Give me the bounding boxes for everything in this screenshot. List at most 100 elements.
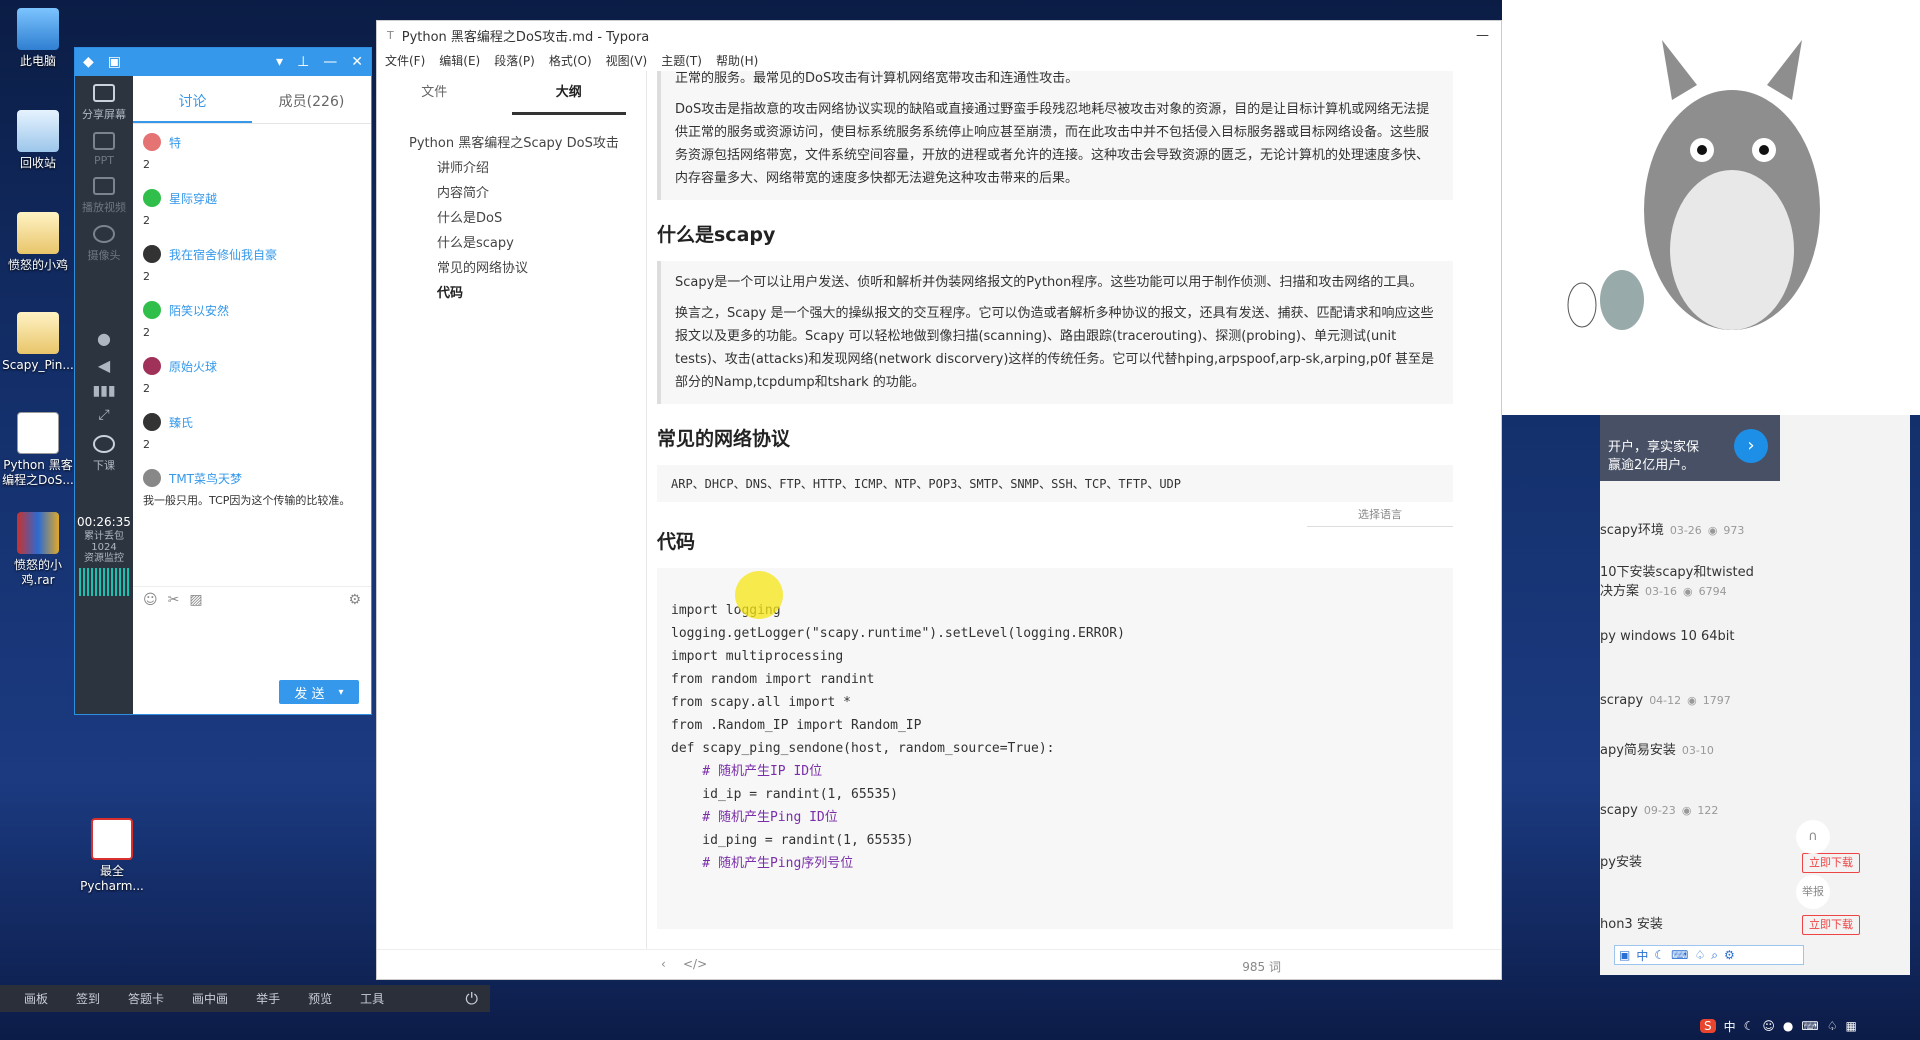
- chevron-down-icon[interactable]: ▾: [339, 687, 344, 698]
- play-video-button[interactable]: 播放视频: [75, 169, 133, 217]
- class-toolbar: 分享屏幕 PPT 播放视频 摄像头 ● ◀ ▮▮▮ ⤢ 下课 00:26:35 …: [75, 76, 133, 714]
- image-icon[interactable]: ▨: [189, 592, 202, 608]
- menu-file[interactable]: 文件(F): [385, 52, 425, 69]
- desktop-icon-scapy-pin[interactable]: Scapy_Pin...: [2, 312, 74, 373]
- chat-window: ◆ ▣ ▾ ⊥ — ✕ 分享屏幕 PPT 播放视频 摄像头 ● ◀ ▮▮▮ ⤢: [74, 47, 372, 715]
- taskbar-item[interactable]: 画中画: [192, 990, 228, 1007]
- scissors-icon[interactable]: ✂: [168, 592, 180, 608]
- list-item[interactable]: scrapy 04-12 ◉ 1797: [1600, 693, 1731, 708]
- menu-format[interactable]: 格式(O): [549, 52, 592, 69]
- list-item[interactable]: py安装: [1600, 851, 1642, 870]
- message-user[interactable]: 特: [169, 134, 181, 151]
- outline-item[interactable]: 什么是scapy: [409, 231, 646, 256]
- list-item[interactable]: hon3 安装: [1600, 913, 1663, 932]
- menu-edit[interactable]: 编辑(E): [439, 52, 480, 69]
- source-code-icon[interactable]: </>: [683, 957, 707, 971]
- list-item[interactable]: apy简易安装 03-10: [1600, 739, 1714, 758]
- tab-discussion[interactable]: 讨论: [133, 76, 252, 123]
- outline-item-active[interactable]: 代码: [409, 281, 646, 306]
- language-select[interactable]: 选择语言: [1307, 502, 1453, 527]
- signal-icon[interactable]: ▮▮▮: [75, 379, 133, 403]
- tab-members[interactable]: 成员(226): [252, 76, 371, 123]
- microphone-icon[interactable]: ●: [1783, 1019, 1793, 1033]
- ime-toolbar[interactable]: ▣ 中 ☾ ⌨ ♤ ⌕ ⚙: [1614, 945, 1804, 965]
- minimize-icon[interactable]: —: [1476, 28, 1501, 43]
- pin-window-icon[interactable]: ⊥: [297, 54, 309, 70]
- tab-files[interactable]: 文件: [377, 71, 492, 115]
- message-user[interactable]: 原始火球: [169, 358, 217, 375]
- code-line: import logging: [671, 603, 781, 618]
- menu-help[interactable]: 帮助(H): [716, 52, 758, 69]
- item-title: py windows 10 64bit: [1600, 629, 1735, 644]
- speaker-icon[interactable]: ◀: [75, 352, 133, 379]
- message-user[interactable]: 我在宿舍修仙我自豪: [169, 246, 277, 263]
- share-screen-button[interactable]: 分享屏幕: [75, 76, 133, 124]
- message-user[interactable]: 星际穿越: [169, 190, 217, 207]
- taskbar-item[interactable]: 工具: [360, 990, 384, 1007]
- download-button[interactable]: 立即下载: [1802, 853, 1860, 873]
- sogou-ime-icon[interactable]: S: [1700, 1019, 1716, 1033]
- avatar: [143, 245, 161, 263]
- outline-item[interactable]: 什么是DoS: [409, 206, 646, 231]
- list-item[interactable]: scapy 09-23 ◉ 122: [1600, 803, 1718, 818]
- report-button[interactable]: 举报: [1796, 875, 1830, 909]
- message-text: 2: [143, 438, 150, 451]
- list-item[interactable]: scapy环境 03-26 ◉ 973: [1600, 519, 1744, 538]
- menu-theme[interactable]: 主题(T): [661, 52, 702, 69]
- microphone-icon[interactable]: ●: [75, 325, 133, 352]
- ppt-button[interactable]: PPT: [75, 124, 133, 169]
- menu-view[interactable]: 视图(V): [606, 52, 648, 69]
- taskbar-item[interactable]: 答题卡: [128, 990, 164, 1007]
- fullscreen-icon[interactable]: ⤢: [75, 403, 133, 427]
- outline-root[interactable]: Python 黑客编程之Scapy DoS攻击: [409, 131, 646, 156]
- chevron-down-icon[interactable]: ▾: [276, 54, 283, 70]
- end-class-button[interactable]: 下课: [75, 427, 133, 475]
- shirt-icon[interactable]: ♤: [1827, 1019, 1838, 1033]
- menu-paragraph[interactable]: 段落(P): [494, 52, 535, 69]
- list-item[interactable]: 10下安装scapy和twisted 决方案 03-16 ◉ 6794: [1600, 561, 1754, 599]
- moon-icon[interactable]: ☾: [1744, 1019, 1755, 1033]
- outline-item[interactable]: 内容简介: [409, 181, 646, 206]
- heading-code: 代码: [657, 531, 696, 553]
- pin-icon[interactable]: ◆: [83, 54, 94, 70]
- desktop-icon-this-pc[interactable]: 此电脑: [2, 8, 74, 69]
- outline-item[interactable]: 常见的网络协议: [409, 256, 646, 281]
- outline-tree: Python 黑客编程之Scapy DoS攻击 讲师介绍 内容简介 什么是DoS…: [377, 115, 646, 306]
- taskbar-item[interactable]: 举手: [256, 990, 280, 1007]
- desktop-icon-angry-chick[interactable]: 愤怒的小鸡: [2, 212, 74, 273]
- desktop-icon-recycle-bin[interactable]: 回收站: [2, 110, 74, 171]
- gear-icon[interactable]: ⚙: [348, 592, 361, 608]
- taskbar-item[interactable]: 签到: [76, 990, 100, 1007]
- close-icon[interactable]: ✕: [351, 54, 363, 70]
- emoji-icon[interactable]: ☺: [1762, 1019, 1775, 1033]
- download-button[interactable]: 立即下载: [1802, 915, 1860, 935]
- code-block[interactable]: import logging logging.getLogger("scapy.r…: [657, 568, 1453, 929]
- desktop-icon-markdown-file[interactable]: Python 黑客编程之DoS...: [2, 412, 74, 488]
- send-button[interactable]: 发 送 ▾: [279, 680, 359, 704]
- list-item[interactable]: py windows 10 64bit: [1600, 629, 1734, 644]
- taskbar-item[interactable]: 预览: [308, 990, 332, 1007]
- minimize-icon[interactable]: —: [323, 54, 337, 70]
- share-icon[interactable]: ▣: [108, 54, 121, 70]
- message-user[interactable]: 臻氏: [169, 414, 193, 431]
- taskbar-item[interactable]: 画板: [24, 990, 48, 1007]
- desktop-icon-rar[interactable]: 愤怒的小鸡.rar: [2, 512, 74, 588]
- camera-button[interactable]: 摄像头: [75, 217, 133, 265]
- ime-mode-indicator[interactable]: 中: [1724, 1018, 1736, 1035]
- headset-icon[interactable]: ∩: [1796, 820, 1830, 854]
- tab-outline[interactable]: 大纲: [511, 71, 626, 115]
- word-count[interactable]: 985 词: [1242, 958, 1281, 975]
- keyboard-icon[interactable]: ⌨: [1801, 1019, 1818, 1033]
- class-timer: 00:26:35: [77, 515, 131, 529]
- grid-icon[interactable]: ▦: [1846, 1019, 1857, 1033]
- emoji-icon[interactable]: ☺: [143, 592, 158, 608]
- power-icon[interactable]: ⏻: [465, 989, 478, 1009]
- archive-icon: [17, 512, 59, 554]
- chevron-left-icon[interactable]: ‹: [661, 957, 666, 971]
- chevron-right-icon[interactable]: ›: [1734, 429, 1768, 463]
- message-user[interactable]: 陌笑以安然: [169, 302, 229, 319]
- ad-banner[interactable]: 开户，享实家保 赢逾2亿用户。 ›: [1600, 415, 1780, 481]
- desktop-icon-pdf[interactable]: 最全Pycharm...: [76, 818, 148, 894]
- message-user[interactable]: TMT菜鸟天梦: [169, 470, 242, 487]
- outline-item[interactable]: 讲师介绍: [409, 156, 646, 181]
